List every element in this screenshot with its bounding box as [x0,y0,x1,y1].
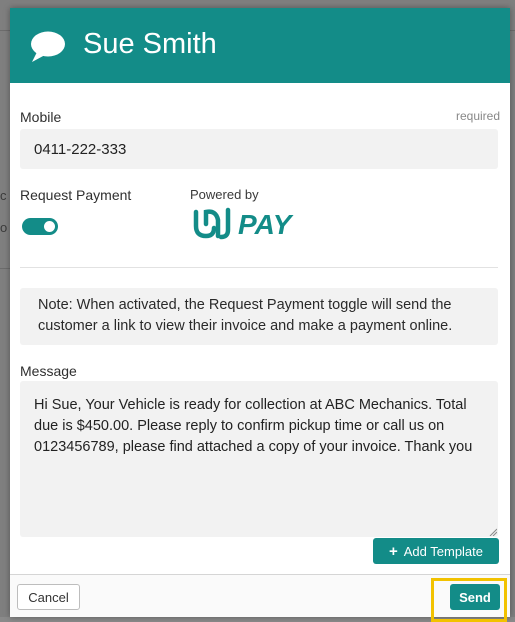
background-text-fragment: o [0,220,8,235]
resize-handle-icon[interactable] [489,528,497,536]
chat-bubble-icon [31,31,65,62]
message-textarea[interactable]: Hi Sue, Your Vehicle is ready for collec… [20,381,498,537]
pay-logo-text: PAY [238,209,294,240]
send-button[interactable]: Send [450,584,500,610]
request-payment-toggle[interactable] [22,218,58,235]
request-payment-label: Request Payment [20,187,132,203]
background-text-fragment: c [0,188,7,203]
toggle-knob [44,221,55,232]
modal-footer: Cancel Send [10,574,510,622]
add-template-button[interactable]: + Add Template [373,538,499,564]
powered-by-label: Powered by [190,187,259,202]
section-divider [20,267,498,268]
modal-header: Sue Smith [10,8,510,83]
mobile-label: Mobile [20,109,62,125]
add-template-label: Add Template [403,543,484,559]
send-message-modal: Sue Smith Mobile required Request Paymen… [10,8,510,622]
required-indicator: required [455,109,500,123]
plus-icon: + [388,542,398,560]
background-divider [0,268,10,269]
message-label: Message [20,363,77,379]
modal-title: Sue Smith [83,28,217,60]
mobile-input[interactable] [20,129,498,169]
cancel-button[interactable]: Cancel [17,584,80,610]
payment-note: Note: When activated, the Request Paymen… [20,288,498,345]
pay-logo: PAY [193,207,294,240]
